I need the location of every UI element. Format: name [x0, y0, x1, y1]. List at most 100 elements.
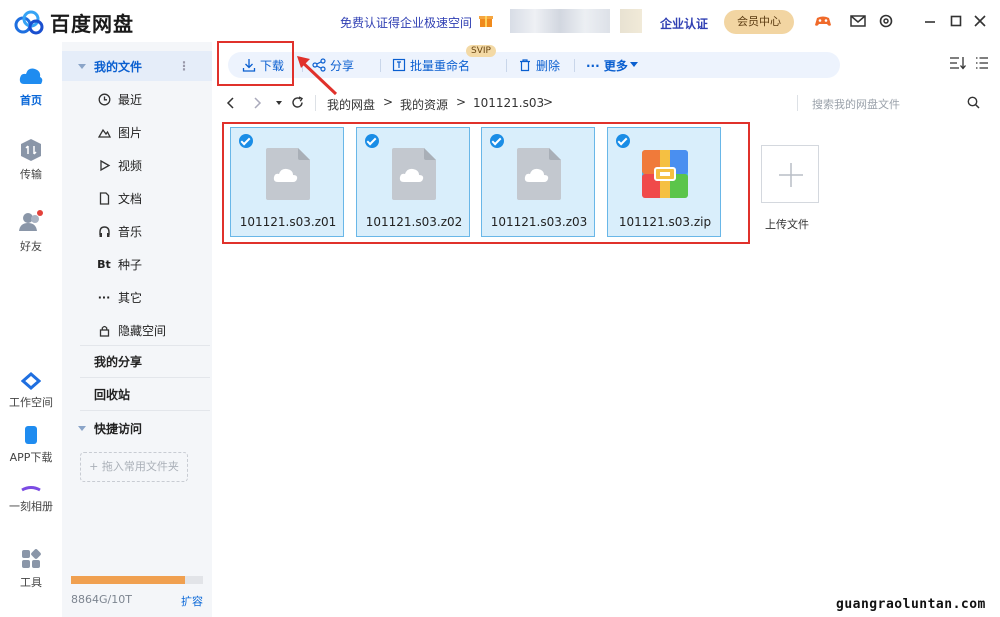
sidebar-item-label: 种子 [118, 257, 143, 272]
file-name: 101121.s03.z03 [490, 215, 588, 229]
settings-icon[interactable] [877, 12, 895, 30]
rail-transfer[interactable]: 传输 [0, 138, 62, 182]
sidebar-item-documents[interactable]: 文档 [62, 183, 212, 213]
back-icon[interactable] [226, 97, 236, 109]
sidebar-my-share[interactable]: 我的分享 [62, 346, 212, 376]
rail-tools[interactable]: 工具 [0, 548, 62, 590]
rail-home[interactable]: 首页 [0, 64, 62, 108]
sidebar-item-recent[interactable]: 最近 [62, 84, 212, 114]
sidebar-item-other[interactable]: ··· 其它 [62, 282, 212, 312]
sidebar-divider [80, 377, 210, 378]
app-title: 百度网盘 [50, 12, 134, 36]
list-view-icon[interactable] [975, 56, 989, 70]
breadcrumb-separator: > [456, 95, 467, 109]
rail-friends[interactable]: 好友 [0, 210, 62, 254]
upload-file-label: 上传文件 [765, 218, 809, 231]
sidebar-quick-access-label: 快捷访问 [94, 421, 143, 436]
upload-file-button[interactable] [761, 145, 819, 203]
rail-home-label: 首页 [20, 94, 42, 107]
bt-icon: Bt [97, 257, 111, 271]
user-avatar-blurred[interactable] [510, 9, 610, 33]
breadcrumb-separator: > [383, 95, 394, 109]
nav-divider [315, 95, 316, 111]
toolbar-divider [506, 59, 507, 72]
breadcrumb-folder[interactable]: 我的资源 [400, 96, 448, 113]
toolbar-divider [574, 59, 575, 72]
forward-icon[interactable] [252, 97, 262, 109]
app-logo[interactable]: 百度网盘 [14, 8, 134, 37]
batch-rename-label: 批量重命名 [410, 58, 471, 73]
sidebar-item-label: 音乐 [118, 224, 143, 239]
sidebar-my-files[interactable]: 我的文件 ⋮ [62, 51, 212, 81]
file-card[interactable]: 101121.s03.z01 [230, 127, 344, 237]
sidebar-recycle-label: 回收站 [94, 387, 131, 402]
delete-button[interactable]: 删除 [518, 52, 560, 78]
album-icon [21, 486, 41, 492]
file-name: 101121.s03.zip [618, 215, 712, 229]
vip-center-button[interactable]: 会员中心 [724, 10, 794, 34]
collapse-arrow-icon[interactable] [78, 64, 86, 69]
sidebar-my-share-label: 我的分享 [94, 354, 143, 369]
maximize-icon[interactable] [947, 12, 965, 30]
file-card[interactable]: 101121.s03.z03 [481, 127, 595, 237]
sidebar-more-icon[interactable]: ⋮ [178, 59, 190, 73]
sidebar-item-hidden-space[interactable]: 隐藏空间 [62, 315, 212, 345]
sidebar-item-video[interactable]: 视频 [62, 150, 212, 180]
search-divider [797, 95, 798, 111]
close-icon[interactable] [971, 12, 989, 30]
selected-checkbox[interactable] [239, 134, 253, 148]
breadcrumb-root[interactable]: 我的网盘 [327, 96, 375, 113]
svip-badge: SVIP [466, 45, 496, 57]
more-icon: ··· [97, 290, 111, 304]
rail-app-download[interactable]: APP下载 [0, 425, 62, 465]
image-icon [97, 128, 111, 138]
search-input[interactable]: 搜索我的网盘文件 [812, 96, 900, 112]
cloud-icon [19, 68, 43, 84]
sidebar-item-label: 视频 [118, 158, 143, 173]
file-card[interactable]: 101121.s03.z02 [356, 127, 470, 237]
sidebar-quick-access[interactable]: 快捷访问 [62, 413, 212, 443]
title-bar: 百度网盘 免费认证得企业极速空间 企业认证 会员中心 [0, 0, 1000, 42]
sidebar-item-label: 其它 [118, 290, 143, 305]
promo-link[interactable]: 免费认证得企业极速空间 [340, 14, 472, 31]
sidebar-item-torrents[interactable]: Bt 种子 [62, 249, 212, 279]
selected-checkbox[interactable] [490, 134, 504, 148]
search-icon[interactable] [967, 96, 980, 109]
sidebar-item-label: 文档 [118, 191, 143, 206]
selected-checkbox[interactable] [365, 134, 379, 148]
mail-icon[interactable] [849, 12, 867, 30]
expand-storage-link[interactable]: 扩容 [181, 593, 203, 609]
clock-icon [98, 93, 110, 105]
user-badge-blurred [620, 9, 642, 33]
zip-archive-icon [642, 150, 688, 198]
add-favorite-folder-button[interactable]: + 拖入常用文件夹 [80, 452, 188, 482]
tools-icon [22, 549, 41, 568]
friends-icon [19, 210, 43, 231]
plus-icon [779, 163, 803, 187]
rail-album[interactable]: 一刻相册 [0, 484, 62, 514]
rail-transfer-label: 传输 [20, 168, 42, 181]
sidebar-recycle-bin[interactable]: 回收站 [62, 379, 212, 409]
more-button[interactable]: ··· 更多 [586, 52, 642, 78]
sidebar-item-images[interactable]: 图片 [62, 117, 212, 147]
file-card[interactable]: 101121.s03.zip [607, 127, 721, 237]
batch-rename-button[interactable]: 批量重命名 [392, 52, 470, 78]
minimize-icon[interactable] [921, 12, 939, 30]
breadcrumb-current[interactable]: 101121.s03 [473, 96, 544, 110]
enterprise-verify-link[interactable]: 企业认证 [660, 15, 708, 32]
more-label: ··· 更多 [586, 58, 628, 73]
history-dropdown-icon[interactable] [276, 101, 282, 106]
storage-progress-bar [71, 576, 203, 584]
rail-album-label: 一刻相册 [9, 500, 53, 513]
sort-icon[interactable] [949, 56, 967, 70]
refresh-icon[interactable] [291, 96, 304, 109]
phone-icon [25, 426, 37, 444]
cloud-file-icon [266, 148, 310, 200]
game-icon[interactable] [814, 12, 832, 30]
watermark-text: guangraoluntan.com [836, 597, 986, 612]
sidebar-item-music[interactable]: 音乐 [62, 216, 212, 246]
gift-icon[interactable] [478, 12, 494, 28]
selected-checkbox[interactable] [616, 134, 630, 148]
collapse-arrow-icon[interactable] [78, 426, 86, 431]
rail-workspace[interactable]: 工作空间 [0, 372, 62, 410]
